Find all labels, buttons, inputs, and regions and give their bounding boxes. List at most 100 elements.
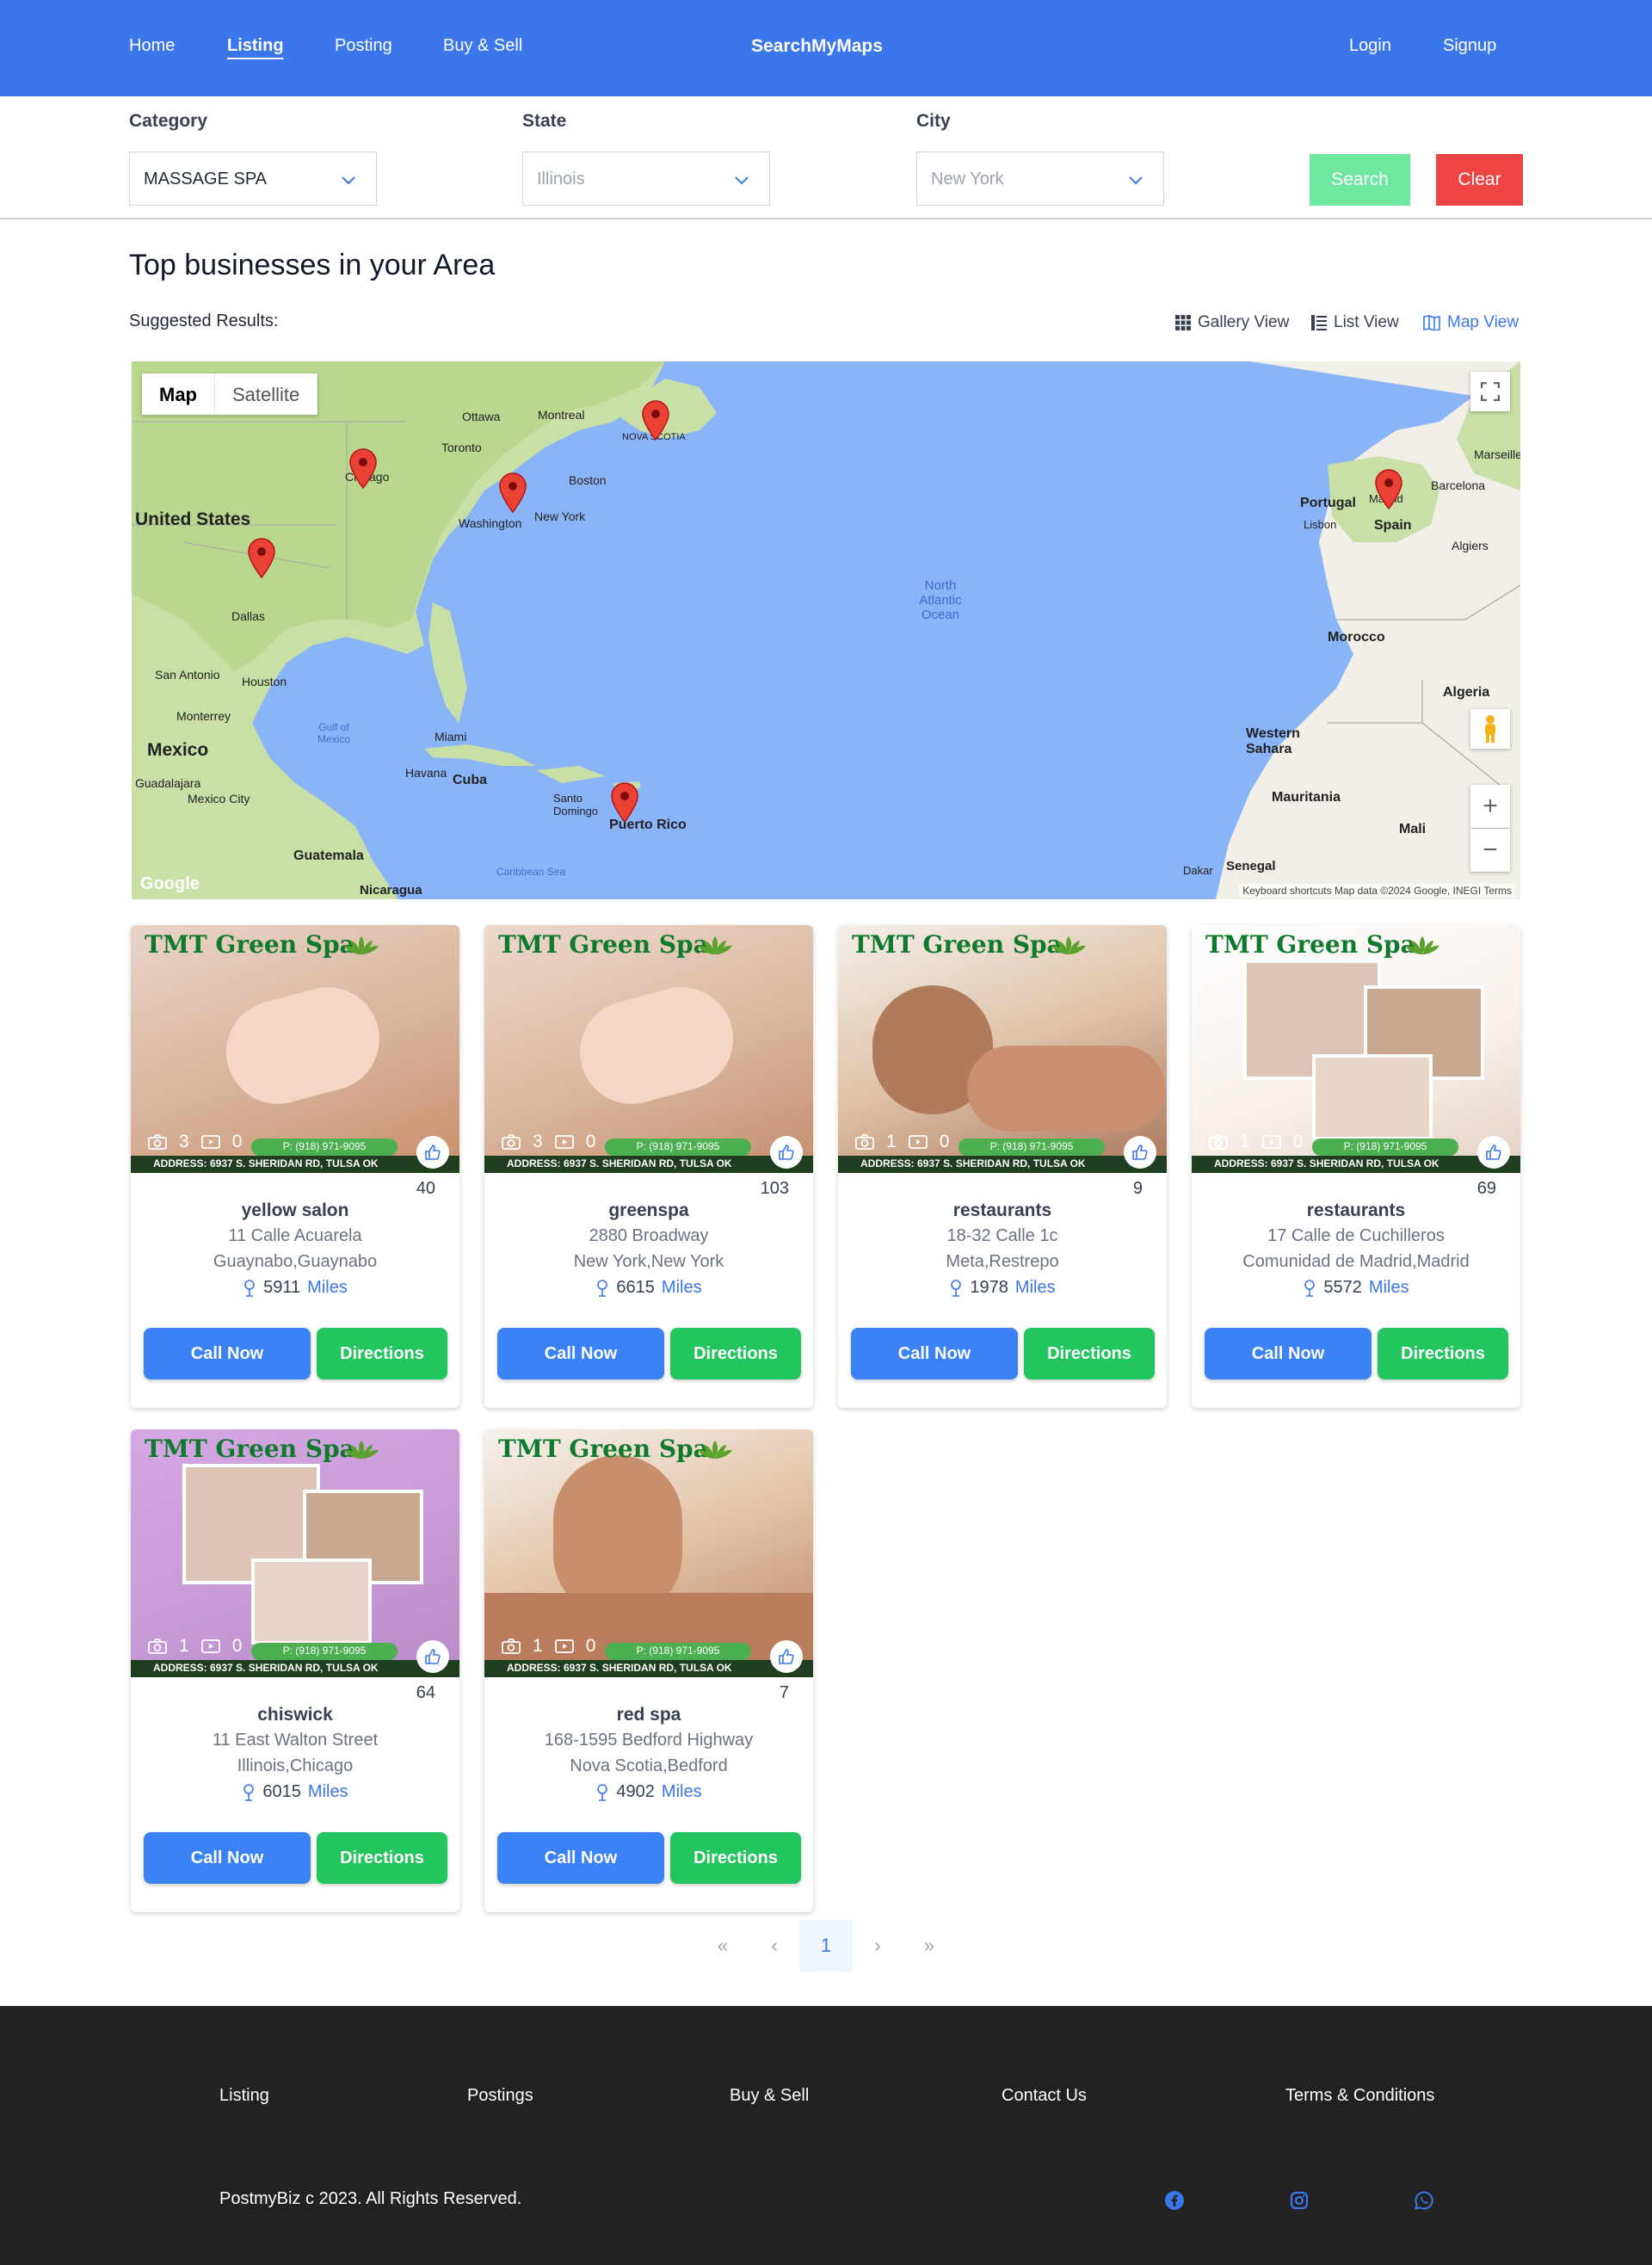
directions-button[interactable]: Directions — [317, 1832, 447, 1884]
card-brand-title: TMT Green Spa — [145, 1435, 355, 1463]
footer-listing-link[interactable]: Listing — [219, 2086, 269, 2106]
directions-button[interactable]: Directions — [670, 1328, 801, 1379]
map-label-nicaragua: Nicaragua — [360, 883, 422, 898]
card-business-name: chiswick — [257, 1705, 333, 1725]
card-brand-title: TMT Green Spa — [498, 1435, 709, 1463]
card-distance-unit: Miles — [307, 1278, 348, 1297]
call-now-button[interactable]: Call Now — [1205, 1328, 1372, 1379]
card-distance: 5911 Miles — [131, 1278, 459, 1298]
business-card[interactable]: TMT Green Spa P: (918) 971-9095 3 0 ADDR… — [484, 925, 813, 1408]
instagram-icon[interactable] — [1289, 2190, 1310, 2211]
map-label-guatemala: Guatemala — [293, 849, 364, 863]
directions-button[interactable]: Directions — [317, 1328, 447, 1379]
call-now-button[interactable]: Call Now — [144, 1328, 311, 1379]
city-select[interactable]: New York — [916, 151, 1164, 206]
map-pin-oklahoma[interactable] — [247, 537, 276, 578]
nav-home[interactable]: Home — [129, 36, 175, 56]
call-now-button[interactable]: Call Now — [851, 1328, 1018, 1379]
map-pin-chicago[interactable] — [348, 447, 378, 489]
pagination-next[interactable]: › — [852, 1920, 903, 1972]
map-label-miami: Miami — [435, 730, 467, 744]
zoom-out-button[interactable]: − — [1470, 829, 1510, 872]
card-photo-count: 1 — [886, 1132, 897, 1151]
state-select[interactable]: Illinois — [522, 151, 770, 206]
map-type-satellite-tab[interactable]: Satellite — [215, 373, 318, 415]
card-photo[interactable]: TMT Green Spa P: (918) 971-9095 1 0 ADDR… — [1192, 925, 1520, 1173]
pagination-prev[interactable]: ‹ — [749, 1920, 800, 1972]
zoom-in-button[interactable]: + — [1470, 785, 1510, 828]
login-link[interactable]: Login — [1349, 36, 1391, 56]
card-media-stats: 1 0 — [502, 1636, 595, 1657]
card-business-name: yellow salon — [241, 1200, 349, 1220]
search-button[interactable]: Search — [1310, 154, 1410, 206]
business-card[interactable]: TMT Green Spa P: (918) 971-9095 1 0 ADDR… — [131, 1429, 459, 1912]
brand-logo[interactable]: SearchMyMaps — [751, 36, 883, 57]
card-address-line1: 11 East Walton Street — [212, 1731, 379, 1750]
map-label-cuba: Cuba — [453, 773, 487, 787]
like-button[interactable] — [1477, 1136, 1510, 1169]
footer-terms-link[interactable]: Terms & Conditions — [1285, 2086, 1434, 2106]
card-address-strip: ADDRESS: 6937 S. SHERIDAN RD, TULSA OK — [131, 1156, 459, 1173]
map-view-toggle[interactable]: Map View — [1423, 313, 1519, 332]
card-photo[interactable]: TMT Green Spa P: (918) 971-9095 1 0 ADDR… — [838, 925, 1167, 1173]
directions-button[interactable]: Directions — [670, 1832, 801, 1884]
like-button[interactable] — [416, 1640, 449, 1673]
call-now-button[interactable]: Call Now — [497, 1328, 664, 1379]
list-view-toggle[interactable]: List View — [1311, 313, 1399, 332]
directions-button[interactable]: Directions — [1024, 1328, 1155, 1379]
business-card[interactable]: TMT Green Spa P: (918) 971-9095 1 0 ADDR… — [1192, 925, 1520, 1408]
map-label-washington: Washington — [459, 516, 522, 530]
business-card[interactable]: TMT Green Spa P: (918) 971-9095 3 0 ADDR… — [131, 925, 459, 1408]
video-icon — [200, 1639, 220, 1653]
gallery-view-toggle[interactable]: Gallery View — [1175, 313, 1289, 332]
map-type-map-tab[interactable]: Map — [142, 373, 215, 415]
nav-posting[interactable]: Posting — [335, 36, 392, 56]
pagination-first[interactable]: « — [697, 1920, 749, 1972]
whatsapp-icon[interactable] — [1414, 2190, 1434, 2211]
footer-buy-sell-link[interactable]: Buy & Sell — [730, 2086, 809, 2106]
clear-button[interactable]: Clear — [1436, 154, 1523, 206]
directions-button[interactable]: Directions — [1378, 1328, 1508, 1379]
nav-listing[interactable]: Listing — [227, 36, 284, 56]
call-now-button[interactable]: Call Now — [144, 1832, 311, 1884]
nav-buy-sell[interactable]: Buy & Sell — [443, 36, 522, 56]
footer-contact-link[interactable]: Contact Us — [1002, 2086, 1087, 2106]
card-photo[interactable]: TMT Green Spa P: (918) 971-9095 3 0 ADDR… — [484, 925, 813, 1173]
like-button[interactable] — [770, 1640, 803, 1673]
location-pin-icon — [243, 1783, 255, 1801]
like-button[interactable] — [416, 1136, 449, 1169]
pagination-last[interactable]: » — [903, 1920, 955, 1972]
map-pin-madrid[interactable] — [1374, 468, 1403, 509]
business-card[interactable]: TMT Green Spa P: (918) 971-9095 1 0 ADDR… — [838, 925, 1167, 1408]
map-pin-nova-scotia[interactable] — [641, 399, 670, 441]
card-like-count: 69 — [1476, 1179, 1496, 1198]
map-pin-puerto-rico[interactable] — [610, 781, 639, 823]
fullscreen-button[interactable] — [1470, 372, 1510, 411]
category-select[interactable]: MASSAGE SPA — [129, 151, 377, 206]
call-now-button[interactable]: Call Now — [497, 1832, 664, 1884]
business-card[interactable]: TMT Green Spa P: (918) 971-9095 1 0 ADDR… — [484, 1429, 813, 1912]
card-photo[interactable]: TMT Green Spa P: (918) 971-9095 1 0 ADDR… — [484, 1429, 813, 1677]
map-view-label: Map View — [1447, 313, 1519, 331]
location-pin-icon — [597, 1783, 608, 1801]
card-distance-unit: Miles — [1368, 1278, 1409, 1297]
pagination-page-1[interactable]: 1 — [800, 1920, 852, 1972]
footer-postings-link[interactable]: Postings — [467, 2086, 533, 2106]
card-like-count: 103 — [760, 1179, 789, 1198]
map-label-morocco: Morocco — [1328, 630, 1385, 645]
signup-link[interactable]: Signup — [1443, 36, 1496, 56]
like-button[interactable] — [770, 1136, 803, 1169]
card-address-line1: 168-1595 Bedford Highway — [544, 1731, 754, 1750]
camera-icon — [855, 1134, 874, 1150]
grid-icon — [1175, 315, 1191, 330]
street-view-pegman[interactable] — [1470, 709, 1510, 749]
facebook-icon[interactable] — [1164, 2190, 1185, 2211]
card-photo[interactable]: TMT Green Spa P: (918) 971-9095 3 0 ADDR… — [131, 925, 459, 1173]
card-photo[interactable]: TMT Green Spa P: (918) 971-9095 1 0 ADDR… — [131, 1429, 459, 1677]
map-widget[interactable]: Map Satellite + − United States Mexico C… — [132, 361, 1520, 899]
like-button[interactable] — [1124, 1136, 1156, 1169]
map-attribution[interactable]: Keyboard shortcuts Map data ©2024 Google… — [1239, 884, 1515, 898]
card-like-count: 7 — [779, 1683, 789, 1702]
map-pin-new-york[interactable] — [498, 472, 527, 513]
map-label-caribbean-sea: Caribbean Sea — [496, 866, 566, 878]
